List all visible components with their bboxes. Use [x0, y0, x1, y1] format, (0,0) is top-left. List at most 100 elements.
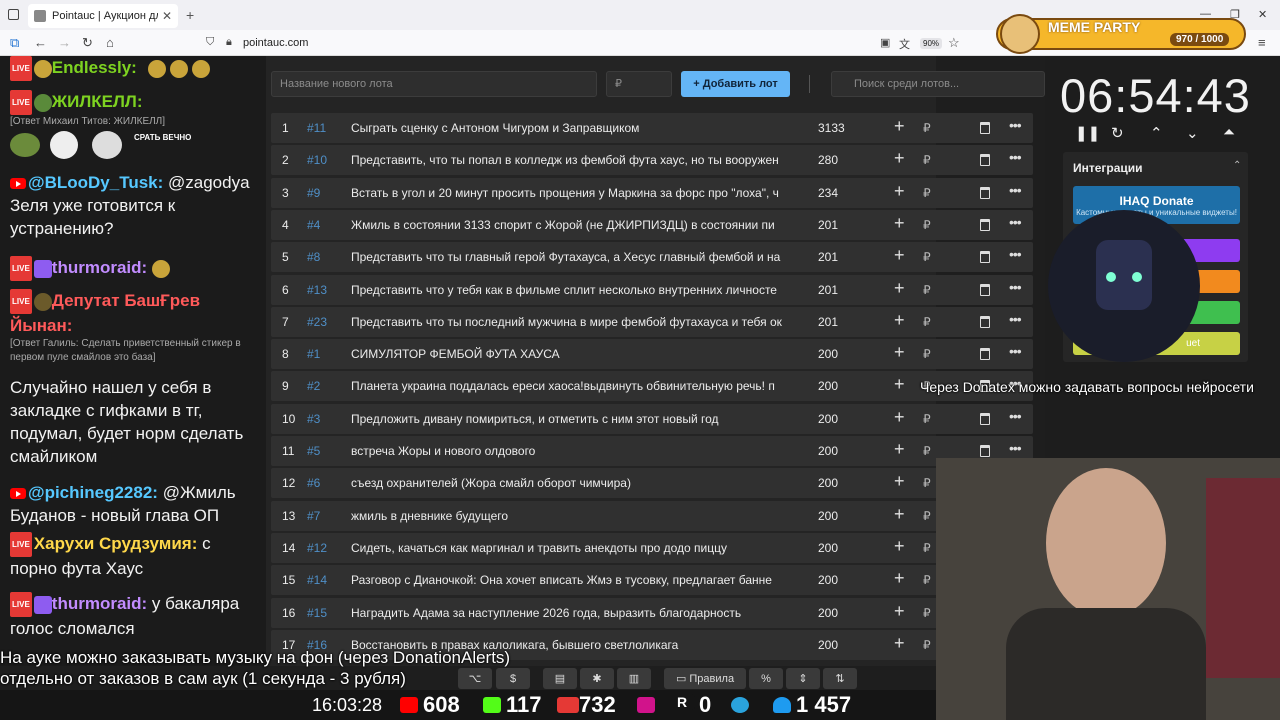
- lot-name[interactable]: Наградить Адама за наступление 2026 года…: [351, 606, 789, 620]
- lot-id[interactable]: #7: [307, 509, 347, 523]
- add-amount-icon[interactable]: +: [894, 601, 905, 622]
- lot-row[interactable]: 11 #5 встреча Жоры и нового олдового 200 + ₽ •…: [271, 436, 1033, 466]
- add-amount-icon[interactable]: +: [894, 342, 905, 363]
- add-amount-icon[interactable]: +: [894, 439, 905, 460]
- add-amount-icon[interactable]: +: [894, 568, 905, 589]
- lot-name[interactable]: Сыграть сценку с Антоном Чигуром и Запра…: [351, 121, 789, 135]
- add-amount-icon[interactable]: +: [894, 536, 905, 557]
- lot-id[interactable]: #8: [307, 250, 347, 264]
- lot-name[interactable]: Представить, что ты попал в колледж из ф…: [351, 153, 789, 167]
- lock-icon[interactable]: 🔒︎: [226, 36, 232, 49]
- lot-id[interactable]: #6: [307, 476, 347, 490]
- lot-row[interactable]: 2 #10 Представить, что ты попал в колледж …: [271, 145, 1033, 176]
- save-button[interactable]: ▤: [543, 668, 577, 689]
- lot-name[interactable]: Представить что ты последний мужчина в м…: [351, 315, 789, 329]
- delete-icon[interactable]: [980, 315, 990, 328]
- translate-icon[interactable]: 文: [899, 36, 910, 52]
- chevron-up-icon[interactable]: ⌃: [1150, 124, 1163, 142]
- lot-id[interactable]: #14: [307, 573, 347, 587]
- lot-name[interactable]: Сидеть, качаться как маргинал и травить …: [351, 541, 789, 555]
- add-amount-icon[interactable]: +: [894, 633, 905, 654]
- bookmark-star-icon[interactable]: ☆: [948, 35, 960, 51]
- reader-icon[interactable]: ▣: [880, 36, 890, 49]
- more-options-icon[interactable]: •••: [1009, 117, 1022, 133]
- add-amount-icon[interactable]: +: [894, 245, 905, 266]
- delete-icon[interactable]: [980, 348, 990, 361]
- url-bar[interactable]: pointauc.com: [243, 37, 308, 49]
- more-options-icon[interactable]: •••: [1009, 408, 1022, 424]
- lot-row[interactable]: 3 #9 Встать в угол и 20 минут просить прощ…: [271, 177, 1033, 208]
- lot-id[interactable]: #1: [307, 347, 347, 361]
- lot-name[interactable]: Встать в угол и 20 минут просить прощени…: [351, 186, 789, 200]
- lot-row[interactable]: 12 #6 съезд охранителей (Жора смайл оборот…: [271, 468, 1033, 499]
- lot-name[interactable]: жмиль в дневнике будущего: [351, 509, 789, 523]
- sort-button[interactable]: ⇅: [823, 668, 857, 689]
- search-input[interactable]: Поиск среди лотов...: [831, 71, 1045, 97]
- delete-icon[interactable]: [980, 283, 990, 296]
- lot-row[interactable]: 4 #4 Жмиль в состоянии 3133 спорит с Жорой…: [271, 209, 1033, 240]
- add-amount-icon[interactable]: +: [894, 374, 905, 395]
- more-options-icon[interactable]: •••: [1009, 311, 1022, 327]
- more-options-icon[interactable]: •••: [1009, 214, 1022, 230]
- double-chevron-up-icon[interactable]: ⏶: [1223, 124, 1235, 141]
- lot-id[interactable]: #3: [307, 412, 347, 426]
- delete-icon[interactable]: [980, 122, 990, 134]
- lot-row[interactable]: 13#7жмиль в дневнике будущего200+₽•••: [271, 500, 1033, 531]
- lot-id[interactable]: #12: [307, 541, 347, 555]
- add-amount-icon[interactable]: +: [894, 213, 905, 234]
- percent-button[interactable]: %: [749, 668, 783, 689]
- compress-button[interactable]: ⇕: [786, 668, 820, 689]
- lot-id[interactable]: #23: [307, 315, 347, 329]
- lot-id[interactable]: #13: [307, 283, 347, 297]
- more-options-icon[interactable]: •••: [1009, 279, 1022, 295]
- lot-id[interactable]: #9: [307, 186, 347, 200]
- lot-row[interactable]: 7 #23 Представить что ты последний мужчина…: [271, 306, 1033, 337]
- github-button[interactable]: ⌥: [458, 668, 492, 689]
- delete-icon[interactable]: [980, 251, 990, 264]
- lot-id[interactable]: #5: [307, 444, 347, 458]
- tab-list-icon[interactable]: [8, 9, 19, 20]
- reload-icon[interactable]: ↻: [82, 35, 93, 51]
- lot-name[interactable]: Планета украина поддалась ереси хаоса!вы…: [351, 379, 789, 393]
- lot-row[interactable]: 10 #3 Предложить дивану помириться, и отме…: [271, 403, 1033, 434]
- lot-row[interactable]: 15 #14 Разговор с Дианочкой: Она хочет впи…: [271, 565, 1033, 596]
- bug-button[interactable]: ✱: [580, 668, 614, 689]
- clear-button[interactable]: ▥: [617, 668, 651, 689]
- lot-name[interactable]: Представить что ты главный герой Футахау…: [351, 250, 789, 264]
- add-amount-icon[interactable]: +: [894, 407, 905, 428]
- lot-row[interactable]: 6 #13 Представить что у тебя как в фильме …: [271, 274, 1033, 305]
- lot-name[interactable]: съезд охранителей (Жора смайл оборот чим…: [351, 476, 789, 490]
- collapse-icon[interactable]: ⌃: [1233, 160, 1241, 171]
- lot-row[interactable]: 14 #12 Сидеть, качаться как маргинал и тра…: [271, 532, 1033, 563]
- zoom-level[interactable]: 90%: [920, 38, 943, 49]
- sidebar-icon[interactable]: ⧉: [10, 35, 19, 51]
- lot-row[interactable]: 8 #1 СИМУЛЯТОР ФЕМБОЙ ФУТА ХАУСА 200 + ₽ •••: [271, 339, 1033, 370]
- lot-id[interactable]: #4: [307, 218, 347, 232]
- lot-id[interactable]: #11: [307, 121, 347, 135]
- add-lot-button[interactable]: + Добавить лот: [681, 71, 790, 97]
- donate-button[interactable]: $: [496, 668, 530, 689]
- add-amount-icon[interactable]: +: [894, 471, 905, 492]
- forward-icon[interactable]: →: [58, 35, 71, 50]
- back-icon[interactable]: ←: [34, 35, 47, 50]
- reset-icon[interactable]: ↻: [1111, 124, 1124, 142]
- delete-icon[interactable]: [980, 186, 990, 199]
- lot-name[interactable]: Жмиль в состоянии 3133 спорит с Жорой (н…: [351, 218, 789, 232]
- new-lot-input[interactable]: Название нового лота: [271, 71, 597, 97]
- chevron-down-icon[interactable]: ⌄: [1186, 124, 1199, 142]
- delete-icon[interactable]: [980, 412, 990, 425]
- delete-icon[interactable]: [980, 218, 990, 231]
- more-options-icon[interactable]: •••: [1009, 440, 1022, 456]
- close-window-icon[interactable]: ✕: [1258, 8, 1267, 21]
- more-options-icon[interactable]: •••: [1009, 343, 1022, 359]
- delete-icon[interactable]: [980, 154, 990, 167]
- price-input[interactable]: ₽: [606, 71, 672, 97]
- close-tab-icon[interactable]: ✕: [162, 9, 172, 23]
- more-options-icon[interactable]: •••: [1009, 246, 1022, 262]
- delete-icon[interactable]: [980, 445, 990, 457]
- more-options-icon[interactable]: •••: [1009, 149, 1022, 165]
- lot-name[interactable]: встреча Жоры и нового олдового: [351, 444, 789, 458]
- rules-button[interactable]: ▭ Правила: [664, 668, 746, 689]
- lot-name[interactable]: Представить что у тебя как в фильме спли…: [351, 283, 789, 297]
- shield-icon[interactable]: ⛉: [206, 36, 214, 49]
